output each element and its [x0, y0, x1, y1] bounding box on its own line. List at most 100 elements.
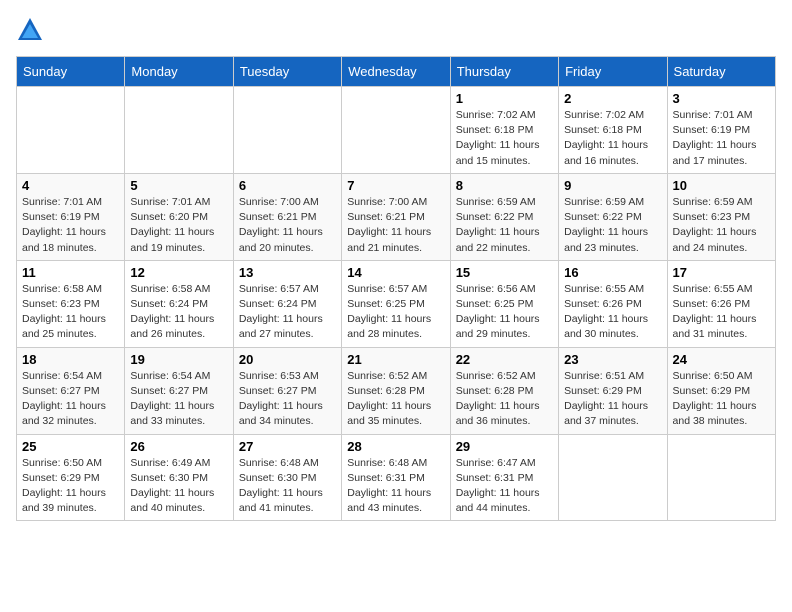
day-number: 28 — [347, 439, 444, 454]
calendar-cell: 29 Sunrise: 6:47 AM Sunset: 6:31 PM Dayli… — [450, 434, 558, 521]
calendar-cell: 19 Sunrise: 6:54 AM Sunset: 6:27 PM Dayli… — [125, 347, 233, 434]
day-number: 16 — [564, 265, 661, 280]
day-number: 22 — [456, 352, 553, 367]
day-info: Sunrise: 6:47 AM Sunset: 6:31 PM Dayligh… — [456, 456, 553, 517]
day-info: Sunrise: 6:57 AM Sunset: 6:24 PM Dayligh… — [239, 282, 336, 343]
calendar-cell: 25 Sunrise: 6:50 AM Sunset: 6:29 PM Dayli… — [17, 434, 125, 521]
weekday-header-tuesday: Tuesday — [233, 57, 341, 87]
day-number: 11 — [22, 265, 119, 280]
day-number: 5 — [130, 178, 227, 193]
day-number: 18 — [22, 352, 119, 367]
calendar-cell: 22 Sunrise: 6:52 AM Sunset: 6:28 PM Dayli… — [450, 347, 558, 434]
weekday-header-saturday: Saturday — [667, 57, 775, 87]
page-header — [16, 16, 776, 44]
calendar-cell: 17 Sunrise: 6:55 AM Sunset: 6:26 PM Dayli… — [667, 260, 775, 347]
day-info: Sunrise: 6:48 AM Sunset: 6:31 PM Dayligh… — [347, 456, 444, 517]
calendar-cell: 23 Sunrise: 6:51 AM Sunset: 6:29 PM Dayli… — [559, 347, 667, 434]
calendar-cell — [233, 87, 341, 174]
weekday-header-row: SundayMondayTuesdayWednesdayThursdayFrid… — [17, 57, 776, 87]
day-number: 7 — [347, 178, 444, 193]
day-number: 12 — [130, 265, 227, 280]
day-number: 26 — [130, 439, 227, 454]
day-info: Sunrise: 6:51 AM Sunset: 6:29 PM Dayligh… — [564, 369, 661, 430]
logo — [16, 16, 48, 44]
day-number: 29 — [456, 439, 553, 454]
day-number: 15 — [456, 265, 553, 280]
day-number: 1 — [456, 91, 553, 106]
calendar-cell: 10 Sunrise: 6:59 AM Sunset: 6:23 PM Dayli… — [667, 173, 775, 260]
calendar-cell: 20 Sunrise: 6:53 AM Sunset: 6:27 PM Dayli… — [233, 347, 341, 434]
calendar-cell: 8 Sunrise: 6:59 AM Sunset: 6:22 PM Daylig… — [450, 173, 558, 260]
day-number: 10 — [673, 178, 770, 193]
calendar-cell — [559, 434, 667, 521]
calendar-cell: 11 Sunrise: 6:58 AM Sunset: 6:23 PM Dayli… — [17, 260, 125, 347]
day-number: 17 — [673, 265, 770, 280]
calendar-cell: 26Sunrise: 6:49 AM Sunset: 6:30 PM Dayli… — [125, 434, 233, 521]
day-info: Sunrise: 6:50 AM Sunset: 6:29 PM Dayligh… — [673, 369, 770, 430]
calendar-cell: 2 Sunrise: 7:02 AM Sunset: 6:18 PM Daylig… — [559, 87, 667, 174]
calendar-cell: 21 Sunrise: 6:52 AM Sunset: 6:28 PM Dayli… — [342, 347, 450, 434]
day-info: Sunrise: 6:53 AM Sunset: 6:27 PM Dayligh… — [239, 369, 336, 430]
calendar-cell — [342, 87, 450, 174]
calendar-cell — [667, 434, 775, 521]
day-info: Sunrise: 7:01 AM Sunset: 6:20 PM Dayligh… — [130, 195, 227, 256]
day-info: Sunrise: 6:59 AM Sunset: 6:22 PM Dayligh… — [564, 195, 661, 256]
day-number: 8 — [456, 178, 553, 193]
calendar-cell: 24 Sunrise: 6:50 AM Sunset: 6:29 PM Dayli… — [667, 347, 775, 434]
day-number: 27 — [239, 439, 336, 454]
day-number: 20 — [239, 352, 336, 367]
day-number: 21 — [347, 352, 444, 367]
calendar-cell: 5 Sunrise: 7:01 AM Sunset: 6:20 PM Daylig… — [125, 173, 233, 260]
day-info: Sunrise: 6:48 AM Sunset: 6:30 PM Dayligh… — [239, 456, 336, 517]
weekday-header-monday: Monday — [125, 57, 233, 87]
day-number: 9 — [564, 178, 661, 193]
calendar-cell: 12Sunrise: 6:58 AM Sunset: 6:24 PM Dayli… — [125, 260, 233, 347]
calendar-body: 1 Sunrise: 7:02 AM Sunset: 6:18 PM Daylig… — [17, 87, 776, 521]
calendar-header: SundayMondayTuesdayWednesdayThursdayFrid… — [17, 57, 776, 87]
day-info: Sunrise: 6:59 AM Sunset: 6:22 PM Dayligh… — [456, 195, 553, 256]
day-info: Sunrise: 7:01 AM Sunset: 6:19 PM Dayligh… — [22, 195, 119, 256]
day-number: 25 — [22, 439, 119, 454]
day-number: 4 — [22, 178, 119, 193]
calendar-cell: 13 Sunrise: 6:57 AM Sunset: 6:24 PM Dayli… — [233, 260, 341, 347]
day-number: 19 — [130, 352, 227, 367]
day-number: 6 — [239, 178, 336, 193]
day-info: Sunrise: 7:00 AM Sunset: 6:21 PM Dayligh… — [347, 195, 444, 256]
day-info: Sunrise: 6:54 AM Sunset: 6:27 PM Dayligh… — [22, 369, 119, 430]
calendar-week-2: 4 Sunrise: 7:01 AM Sunset: 6:19 PM Daylig… — [17, 173, 776, 260]
logo-icon — [16, 16, 44, 44]
day-info: Sunrise: 7:02 AM Sunset: 6:18 PM Dayligh… — [456, 108, 553, 169]
weekday-header-friday: Friday — [559, 57, 667, 87]
day-info: Sunrise: 7:01 AM Sunset: 6:19 PM Dayligh… — [673, 108, 770, 169]
day-info: Sunrise: 6:52 AM Sunset: 6:28 PM Dayligh… — [456, 369, 553, 430]
day-number: 14 — [347, 265, 444, 280]
calendar-cell: 6 Sunrise: 7:00 AM Sunset: 6:21 PM Daylig… — [233, 173, 341, 260]
calendar-week-1: 1 Sunrise: 7:02 AM Sunset: 6:18 PM Daylig… — [17, 87, 776, 174]
day-number: 24 — [673, 352, 770, 367]
day-info: Sunrise: 7:00 AM Sunset: 6:21 PM Dayligh… — [239, 195, 336, 256]
weekday-header-thursday: Thursday — [450, 57, 558, 87]
calendar-table: SundayMondayTuesdayWednesdayThursdayFrid… — [16, 56, 776, 521]
day-number: 3 — [673, 91, 770, 106]
day-number: 13 — [239, 265, 336, 280]
weekday-header-sunday: Sunday — [17, 57, 125, 87]
calendar-cell: 28 Sunrise: 6:48 AM Sunset: 6:31 PM Dayli… — [342, 434, 450, 521]
day-info: Sunrise: 6:52 AM Sunset: 6:28 PM Dayligh… — [347, 369, 444, 430]
day-info: Sunrise: 6:58 AM Sunset: 6:23 PM Dayligh… — [22, 282, 119, 343]
calendar-cell: 15 Sunrise: 6:56 AM Sunset: 6:25 PM Dayli… — [450, 260, 558, 347]
calendar-cell: 16Sunrise: 6:55 AM Sunset: 6:26 PM Dayli… — [559, 260, 667, 347]
day-info: Sunrise: 6:50 AM Sunset: 6:29 PM Dayligh… — [22, 456, 119, 517]
calendar-week-4: 18 Sunrise: 6:54 AM Sunset: 6:27 PM Dayli… — [17, 347, 776, 434]
calendar-cell — [125, 87, 233, 174]
calendar-week-3: 11 Sunrise: 6:58 AM Sunset: 6:23 PM Dayli… — [17, 260, 776, 347]
day-info: Sunrise: 6:59 AM Sunset: 6:23 PM Dayligh… — [673, 195, 770, 256]
calendar-cell: 27 Sunrise: 6:48 AM Sunset: 6:30 PM Dayli… — [233, 434, 341, 521]
day-info: Sunrise: 6:57 AM Sunset: 6:25 PM Dayligh… — [347, 282, 444, 343]
day-info: Sunrise: 7:02 AM Sunset: 6:18 PM Dayligh… — [564, 108, 661, 169]
day-info: Sunrise: 6:55 AM Sunset: 6:26 PM Dayligh… — [673, 282, 770, 343]
day-info: Sunrise: 6:56 AM Sunset: 6:25 PM Dayligh… — [456, 282, 553, 343]
day-number: 23 — [564, 352, 661, 367]
calendar-cell: 3 Sunrise: 7:01 AM Sunset: 6:19 PM Daylig… — [667, 87, 775, 174]
day-number: 2 — [564, 91, 661, 106]
day-info: Sunrise: 6:54 AM Sunset: 6:27 PM Dayligh… — [130, 369, 227, 430]
